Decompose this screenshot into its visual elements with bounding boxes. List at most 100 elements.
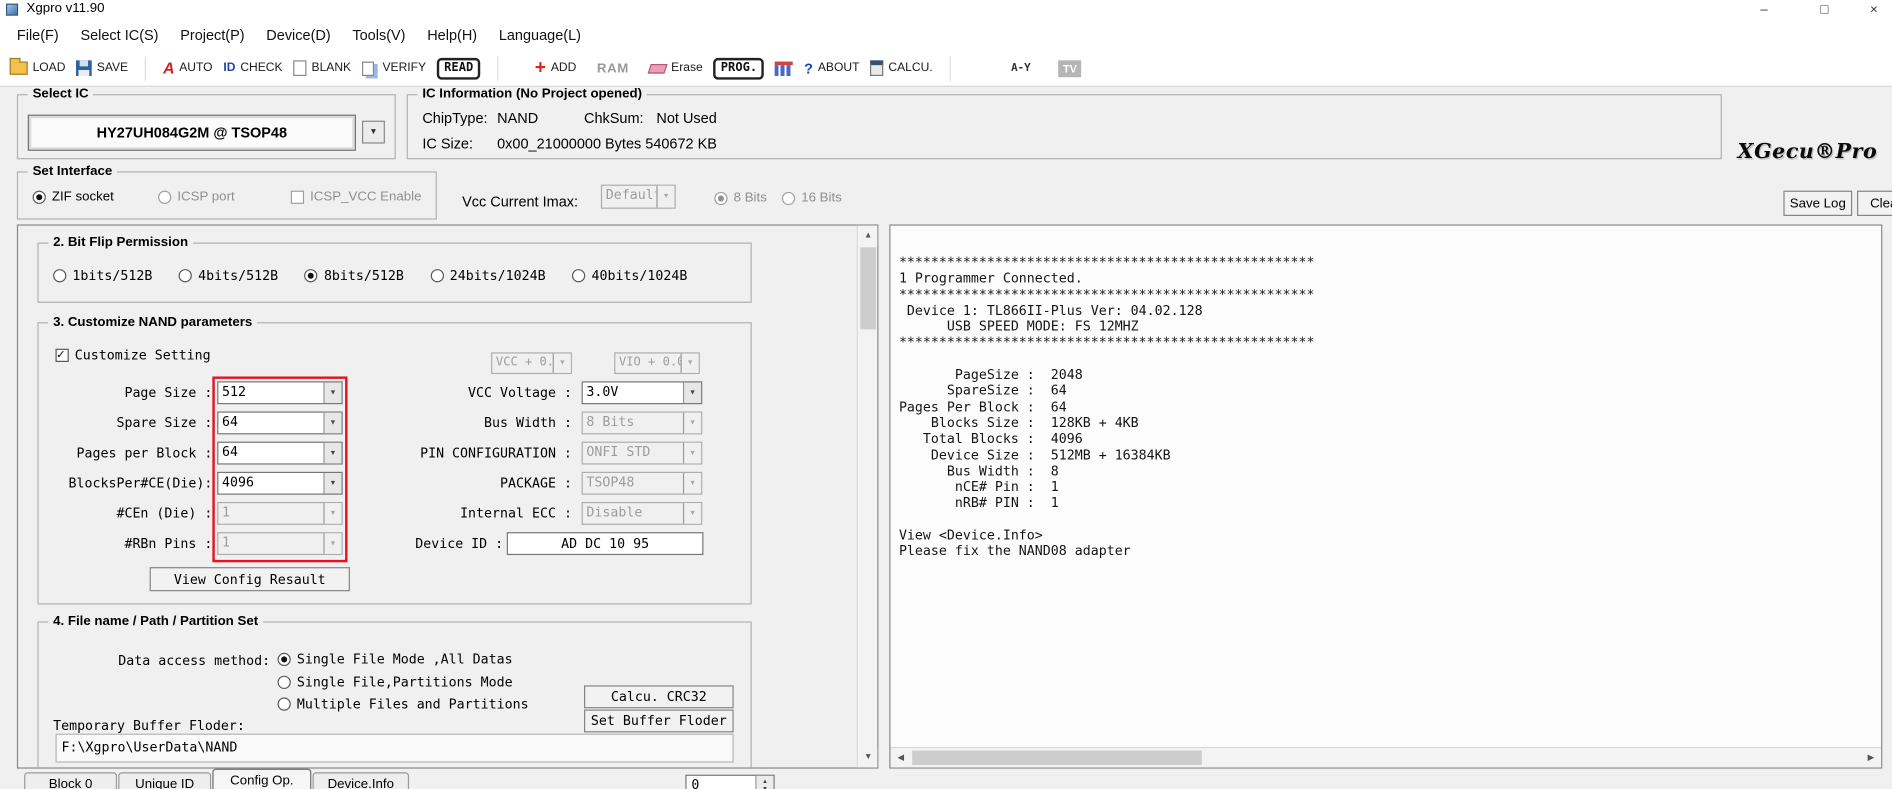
log-panel: ****************************************…: [889, 224, 1883, 769]
single-file-partitions-radio[interactable]: Single File,Partitions Mode: [277, 675, 513, 690]
tab-config-op[interactable]: Config Op.: [212, 768, 312, 789]
auto-icon: A: [163, 59, 175, 78]
menu-help[interactable]: Help(H): [416, 19, 488, 50]
calc-crc32-button[interactable]: Calcu. CRC32: [584, 685, 734, 709]
check-id-button[interactable]: ID CHECK: [223, 62, 282, 75]
temp-buffer-path-field[interactable]: F:\Xgpro\UserData\NAND: [55, 733, 734, 763]
calculator-button[interactable]: CALCU.: [870, 60, 933, 77]
bitflip-8bits-radio[interactable]: 8bits/512B: [304, 268, 404, 284]
verify-button[interactable]: VERIFY: [361, 60, 426, 76]
bus-width-label: Bus Width :: [484, 415, 572, 431]
pin-detect-icon: A-Y: [1011, 62, 1031, 75]
package-select: TSOP48 ▼: [581, 471, 703, 495]
rbn-pins-select: 1 ▼: [217, 532, 343, 556]
scroll-up-icon[interactable]: ▲: [857, 225, 878, 247]
minimize-button[interactable]: –: [1746, 0, 1782, 19]
chevron-down-icon[interactable]: ▼: [323, 412, 342, 434]
ic-info-group-title: IC Information (No Project opened): [417, 86, 647, 102]
page-size-label: Page Size :: [124, 384, 213, 401]
radio-dot: [714, 191, 728, 205]
menu-project[interactable]: Project(P): [169, 19, 255, 50]
chip-test-button[interactable]: [775, 60, 794, 76]
tab-device-info[interactable]: Device.Info: [312, 772, 410, 789]
device-id-field: AD DC 10 95: [506, 532, 704, 556]
pages-per-block-select[interactable]: 64 ▼: [217, 441, 343, 465]
chevron-down-icon: ▼: [682, 412, 702, 434]
chksum-value: Not Used: [656, 109, 717, 127]
menu-language[interactable]: Language(L): [488, 19, 592, 50]
vcc-voltage-select[interactable]: 3.0V ▼: [581, 381, 703, 405]
log-horizontal-scrollbar[interactable]: ◀ ▶: [890, 746, 1882, 768]
file-partition-group-title: 4. File name / Path / Partition Set: [48, 614, 263, 629]
chksum-label: ChkSum:: [584, 109, 644, 127]
tab-block0[interactable]: Block 0: [24, 772, 118, 789]
blank-check-button[interactable]: BLANK: [293, 60, 351, 77]
scroll-right-icon[interactable]: ▶: [1861, 748, 1882, 767]
select-ic-group-title: Select IC: [27, 86, 94, 102]
menu-device[interactable]: Device(D): [255, 19, 341, 50]
pin-detect-button[interactable]: A-Y: [1011, 62, 1031, 74]
chiptype-label: ChipType:: [422, 109, 488, 127]
chevron-down-icon: ▼: [656, 185, 675, 208]
about-button[interactable]: ? ABOUT: [804, 60, 859, 77]
data-access-method-label: Data access method:: [118, 652, 271, 669]
set-buffer-folder-button[interactable]: Set Buffer Floder: [584, 709, 734, 733]
toolbar-separator: [145, 56, 147, 81]
menu-select-ic[interactable]: Select IC(S): [70, 19, 170, 50]
add-button[interactable]: + ADD: [535, 58, 577, 77]
save-log-button[interactable]: Save Log: [1783, 190, 1853, 216]
customize-setting-checkbox[interactable]: Customize Setting: [55, 346, 211, 363]
bitflip-24bits-radio[interactable]: 24bits/1024B: [430, 268, 546, 284]
erase-button[interactable]: Erase: [647, 62, 703, 75]
menu-file[interactable]: File(F): [6, 19, 70, 50]
maximize-button[interactable]: □: [1806, 0, 1842, 19]
spare-size-select[interactable]: 64 ▼: [217, 411, 343, 435]
select-ic-group: Select IC HY27UH084G2M @ TSOP48 ▼: [16, 86, 396, 160]
set-interface-group-title: Set Interface: [27, 164, 118, 179]
bitflip-4bits-radio[interactable]: 4bits/512B: [178, 268, 278, 284]
vcc-imax-select: Default ▼: [600, 184, 676, 209]
chevron-down-icon[interactable]: ▼: [323, 382, 342, 404]
clear-log-button[interactable]: Clear: [1857, 190, 1892, 216]
radio-dot: [158, 190, 172, 204]
auto-button[interactable]: A AUTO: [163, 59, 212, 77]
chevron-down-icon[interactable]: ▼: [682, 382, 702, 404]
app-icon: [6, 3, 19, 16]
icsize-value: 0x00_21000000 Bytes 540672 KB: [497, 135, 717, 153]
scrollbar-thumb[interactable]: [912, 750, 1202, 766]
ic-dropdown-button[interactable]: ▼: [361, 120, 385, 144]
spinner-arrows-icon[interactable]: ▲ ▼: [755, 775, 774, 789]
internal-ecc-select: Disable ▼: [581, 501, 703, 525]
settings-scrollbar[interactable]: ▲ ▼: [856, 225, 878, 768]
scroll-left-icon[interactable]: ◀: [890, 748, 911, 767]
bitflip-40bits-radio[interactable]: 40bits/1024B: [572, 268, 687, 284]
tab-unique-id[interactable]: Unique ID: [118, 772, 212, 789]
chevron-down-icon[interactable]: ▼: [323, 472, 342, 494]
zif-socket-radio[interactable]: ZIF socket: [32, 189, 114, 204]
view-config-result-button[interactable]: View Config Resault: [149, 567, 350, 592]
pin-configuration-label: PIN CONFIGURATION :: [420, 445, 572, 461]
count-spinner[interactable]: 0 ▲ ▼: [685, 774, 775, 789]
multiple-files-partitions-radio[interactable]: Multiple Files and Partitions: [277, 696, 529, 712]
scrollbar-thumb[interactable]: [860, 247, 877, 330]
load-button[interactable]: LOAD: [9, 57, 66, 75]
menu-tools[interactable]: Tools(V): [342, 19, 417, 50]
chevron-down-icon: ▼: [680, 353, 699, 373]
cen-die-label: #CEn (Die) :: [116, 505, 213, 522]
blocks-per-ce-select[interactable]: 4096 ▼: [217, 471, 343, 495]
single-file-mode-radio[interactable]: Single File Mode ,All Datas: [277, 652, 513, 667]
scroll-down-icon[interactable]: ▼: [857, 746, 878, 768]
read-button[interactable]: READ: [436, 57, 481, 80]
cen-die-select: 1 ▼: [217, 501, 343, 525]
chevron-down-icon[interactable]: ▼: [323, 442, 342, 464]
device-id-label: Device ID :: [415, 535, 504, 552]
ram-icon: RAM: [596, 60, 629, 76]
close-button[interactable]: ×: [1856, 0, 1892, 19]
bitflip-1bits-radio[interactable]: 1bits/512B: [53, 268, 152, 284]
pages-per-block-label: Pages per Block :: [76, 445, 213, 461]
bus-width-select: 8 Bits ▼: [581, 411, 703, 435]
selected-ic-display[interactable]: HY27UH084G2M @ TSOP48: [27, 114, 356, 151]
page-size-select[interactable]: 512 ▼: [217, 381, 343, 405]
save-button[interactable]: SAVE: [76, 60, 128, 77]
program-button[interactable]: PROG.: [713, 57, 765, 80]
